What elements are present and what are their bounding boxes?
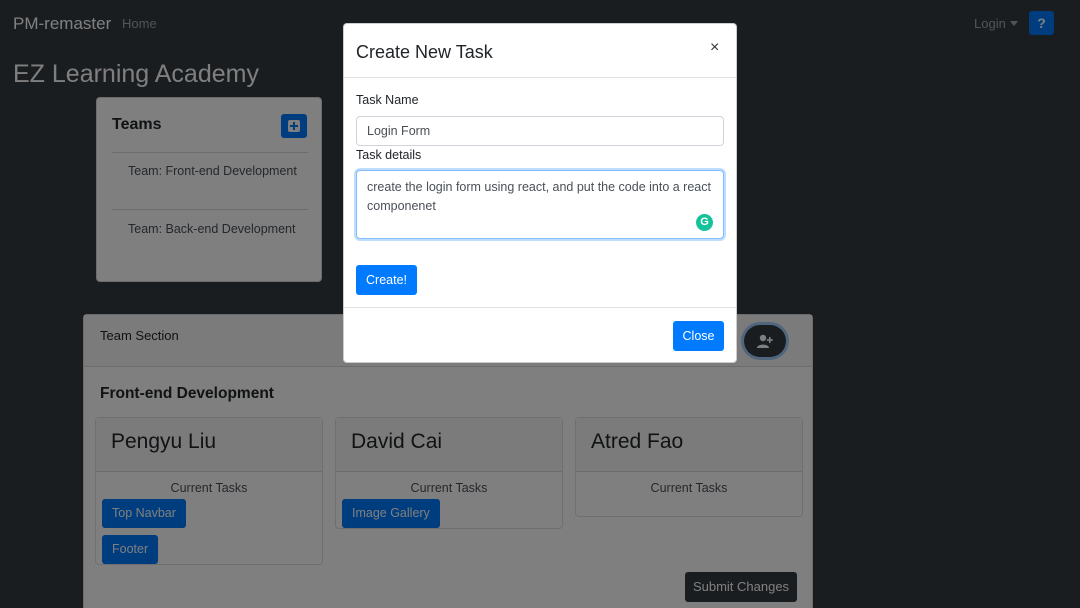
task-details-label: Task details <box>356 148 422 162</box>
create-button[interactable]: Create! <box>356 265 417 295</box>
create-task-modal: Create New Task × Task Name Login Form T… <box>343 23 737 363</box>
task-name-label: Task Name <box>356 93 419 107</box>
task-name-input[interactable]: Login Form <box>356 116 724 146</box>
close-button[interactable]: Close <box>673 321 724 351</box>
grammarly-icon[interactable]: G <box>696 214 713 231</box>
modal-title: Create New Task <box>356 42 493 62</box>
task-details-textarea[interactable]: create the login form using react, and p… <box>356 170 724 239</box>
modal-footer: Close <box>344 307 736 362</box>
modal-header: Create New Task × <box>344 24 736 78</box>
close-icon[interactable]: × <box>710 39 719 57</box>
